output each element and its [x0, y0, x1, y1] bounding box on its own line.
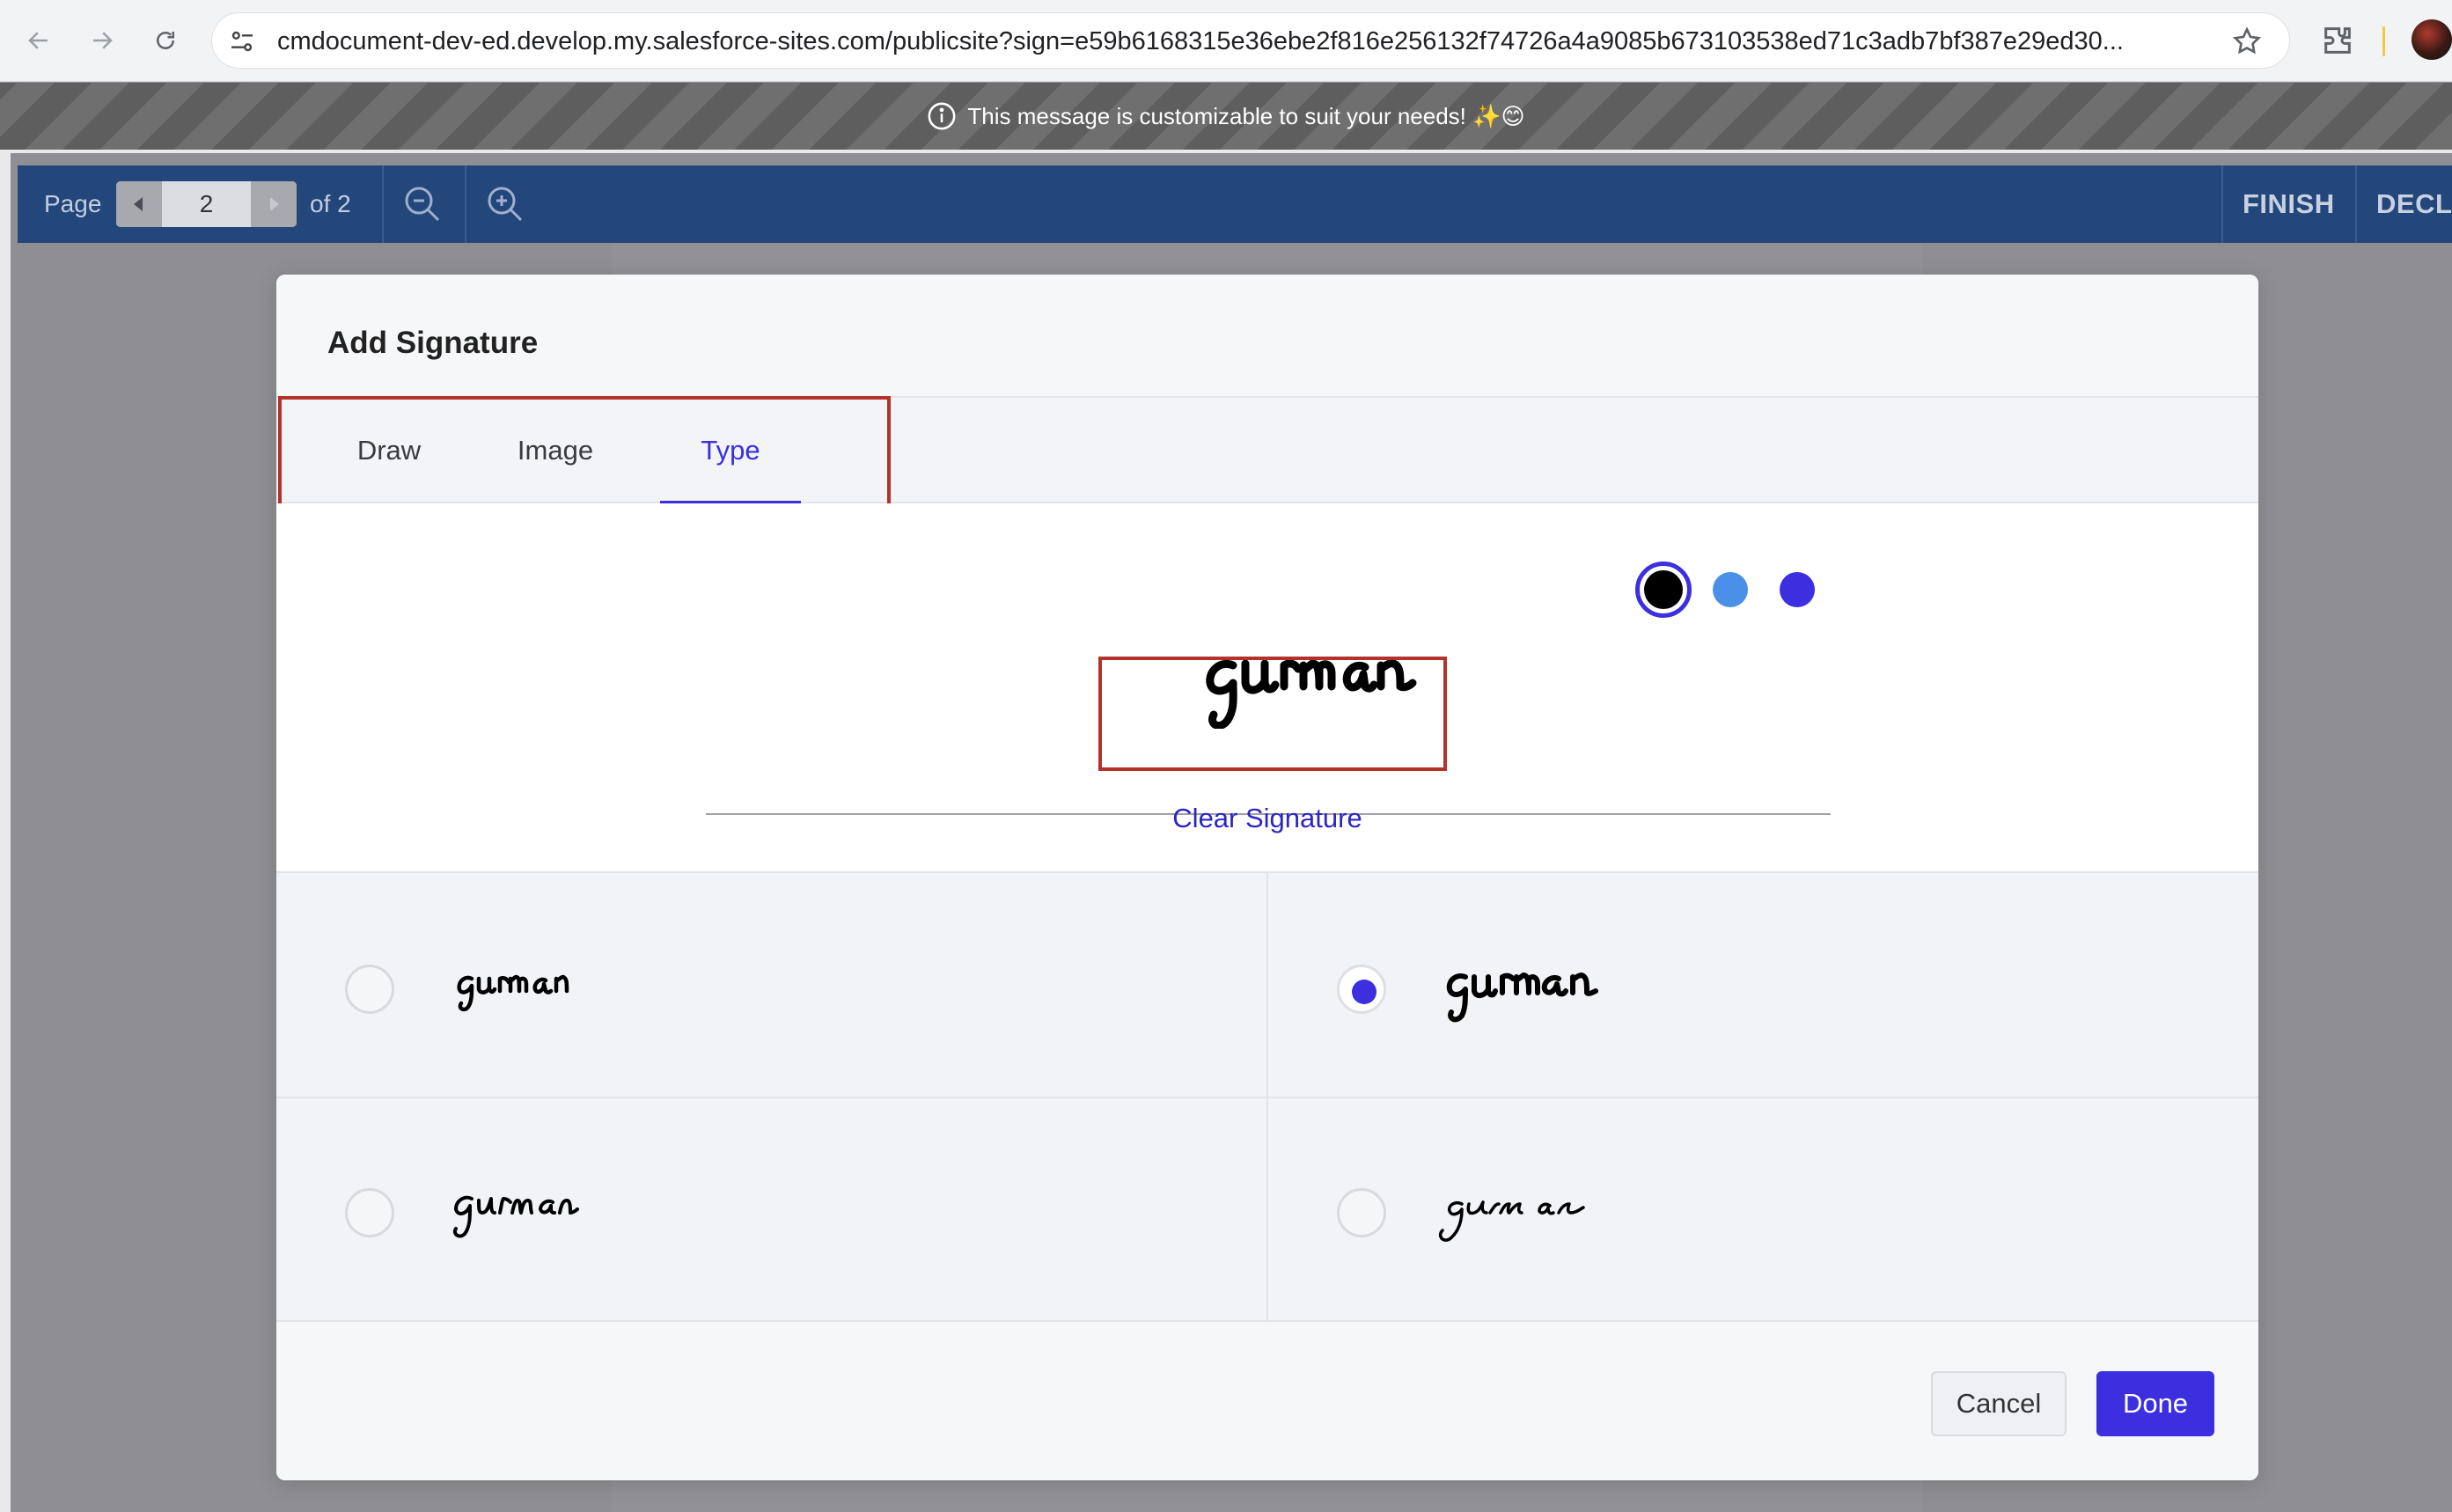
back-icon[interactable]	[19, 21, 58, 60]
toolbar-separator	[2221, 165, 2223, 243]
add-signature-modal: Add Signature Draw Image Type Clear Sign…	[276, 275, 2258, 1480]
tab-draw[interactable]: Draw	[327, 398, 451, 503]
signature-tabs: Draw Image Type	[276, 396, 2258, 504]
bookmark-star-icon[interactable]	[2231, 26, 2263, 57]
tab-image[interactable]: Image	[488, 398, 623, 503]
banner-message: This message is customizable to suit you…	[967, 102, 1525, 129]
page-count: of 2	[310, 190, 351, 217]
clear-signature-link[interactable]: Clear Signature	[276, 803, 2258, 834]
zoom-in-icon[interactable]	[484, 183, 526, 225]
previous-page-button[interactable]	[116, 181, 162, 227]
font-option-1[interactable]	[276, 873, 1266, 1097]
custom-message-banner: This message is customizable to suit you…	[0, 83, 2452, 150]
font-option-3[interactable]	[276, 1098, 1266, 1322]
font-option-radio[interactable]	[1337, 1188, 1386, 1237]
modal-header: Add Signature	[276, 275, 2258, 396]
toolbar-divider	[2382, 26, 2385, 56]
font-option-4[interactable]	[1268, 1098, 2258, 1322]
modal-footer: Cancel Done	[276, 1322, 2258, 1480]
cancel-button[interactable]: Cancel	[1931, 1371, 2067, 1436]
ink-color-indigo[interactable]	[1780, 572, 1815, 607]
tab-type[interactable]: Type	[660, 398, 801, 504]
finish-button[interactable]: FINISH	[2243, 165, 2335, 243]
typed-signature-preview[interactable]	[1153, 625, 1498, 736]
browser-toolbar: cmdocument-dev-ed.develop.my.salesforce-…	[0, 0, 2452, 82]
done-button[interactable]: Done	[2096, 1371, 2214, 1436]
url-text[interactable]: cmdocument-dev-ed.develop.my.salesforce-…	[277, 26, 2192, 57]
viewer-toolbar: Page of 2 FINISH DECL	[18, 165, 2452, 243]
zoom-out-icon[interactable]	[401, 183, 444, 225]
info-icon	[928, 102, 956, 130]
toolbar-separator	[382, 165, 384, 243]
signature-font-options	[276, 871, 2258, 1322]
page-label: Page	[44, 190, 102, 217]
font-option-preview	[453, 1195, 579, 1238]
site-settings-icon[interactable]	[228, 27, 256, 55]
signature-input-area: Clear Signature	[276, 503, 2258, 871]
ink-color-black-swatch	[1644, 570, 1683, 609]
ink-color-light-blue[interactable]	[1713, 572, 1748, 607]
font-option-2[interactable]	[1268, 873, 2258, 1097]
profile-avatar[interactable]	[2412, 19, 2452, 60]
address-bar[interactable]: cmdocument-dev-ed.develop.my.salesforce-…	[211, 12, 2290, 69]
modal-title: Add Signature	[327, 326, 539, 360]
ink-color-black[interactable]	[1635, 561, 1692, 618]
caret-left-icon	[134, 197, 143, 211]
toolbar-separator	[2355, 165, 2357, 243]
page-navigator	[116, 181, 297, 227]
font-option-preview	[1438, 1200, 1585, 1242]
typed-signature-graphic	[1206, 659, 1417, 729]
font-option-preview	[1446, 973, 1598, 1023]
font-option-radio[interactable]	[345, 965, 394, 1014]
next-page-button[interactable]	[251, 181, 297, 227]
caret-right-icon	[270, 197, 279, 211]
page-number-input[interactable]	[162, 181, 251, 227]
font-option-radio-selected[interactable]	[1337, 965, 1386, 1014]
toolbar-separator	[465, 165, 466, 243]
reload-icon[interactable]	[146, 21, 185, 60]
forward-icon[interactable]	[83, 21, 121, 60]
extensions-icon[interactable]	[2320, 23, 2355, 58]
font-option-radio[interactable]	[345, 1188, 394, 1237]
font-option-preview	[457, 974, 569, 1012]
decline-button[interactable]: DECL	[2376, 165, 2452, 243]
